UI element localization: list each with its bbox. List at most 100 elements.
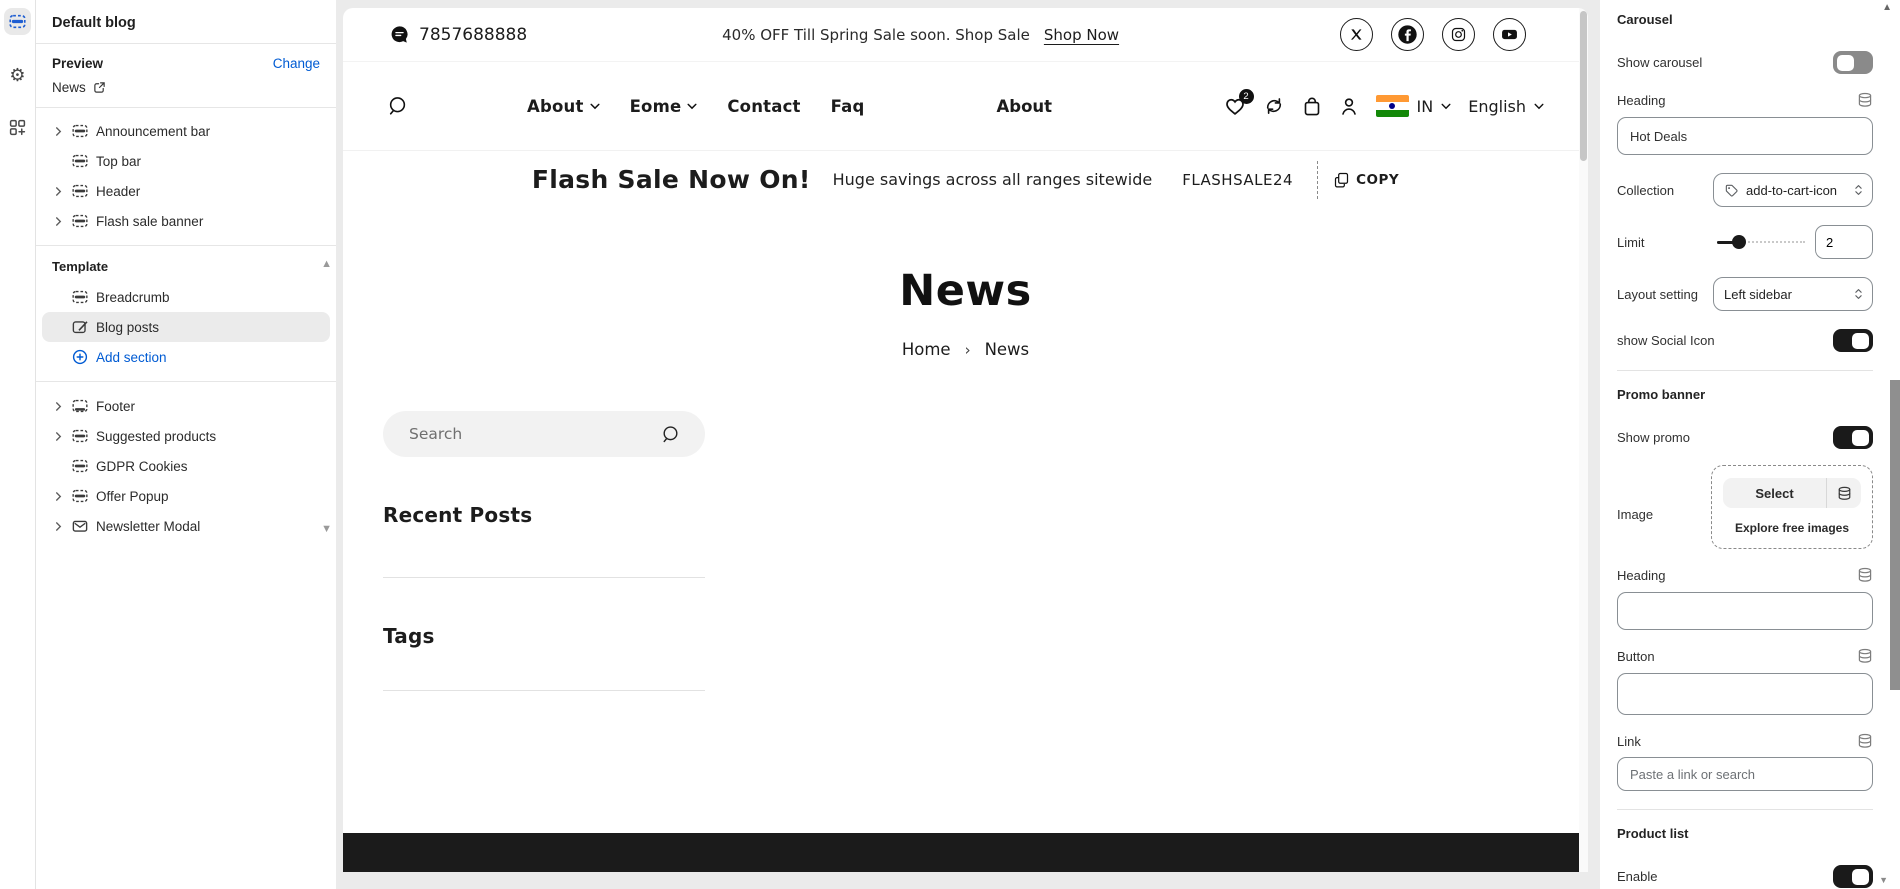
language-selector[interactable]: English xyxy=(1468,97,1544,116)
layout-setting-row: Layout setting Left sidebar xyxy=(1617,277,1873,311)
preview-page-row[interactable]: News xyxy=(52,80,320,95)
settings-gear-icon[interactable]: ⚙ xyxy=(4,61,31,88)
select-label[interactable]: Select xyxy=(1723,478,1826,508)
nav-menu: About Eome Contact Faq xyxy=(527,97,865,116)
scroll-down-hint[interactable]: ▼ xyxy=(1879,875,1888,885)
apps-icon[interactable] xyxy=(4,114,31,141)
dynamic-source-icon[interactable] xyxy=(1827,478,1861,508)
limit-input[interactable] xyxy=(1815,225,1873,259)
sidebar-item-breadcrumb[interactable]: Breadcrumb xyxy=(42,282,330,312)
slider-knob[interactable] xyxy=(1732,235,1746,249)
enable-toggle[interactable] xyxy=(1833,865,1873,888)
search-icon[interactable] xyxy=(660,424,681,445)
dynamic-source-icon[interactable] xyxy=(1857,567,1873,583)
search-icon[interactable] xyxy=(387,95,409,117)
panel-scrollbar[interactable] xyxy=(1890,0,1900,889)
carousel-heading-input[interactable] xyxy=(1617,117,1873,155)
country-code: IN xyxy=(1417,97,1434,116)
collection-select[interactable]: add-to-cart-icon xyxy=(1713,173,1873,207)
image-row: Image Select Explore free images xyxy=(1617,465,1873,549)
sidebar-item-newsletter-modal[interactable]: Newsletter Modal xyxy=(42,511,330,541)
phone-row[interactable]: 7857688888 xyxy=(390,25,527,45)
sections-icon[interactable] xyxy=(4,8,31,35)
show-carousel-toggle[interactable] xyxy=(1833,51,1873,74)
change-link[interactable]: Change xyxy=(273,56,320,71)
promo-heading-row: Heading xyxy=(1617,567,1873,583)
account-person-icon[interactable] xyxy=(1339,96,1359,117)
nav-item-about[interactable]: About xyxy=(527,97,600,116)
preview-scrollbar[interactable] xyxy=(1579,8,1588,872)
blog-search-input[interactable] xyxy=(409,425,660,443)
item-label: Offer Popup xyxy=(96,489,169,504)
page-title: News xyxy=(343,266,1588,316)
chevron-right-icon[interactable] xyxy=(52,522,65,531)
chevron-right-icon[interactable] xyxy=(52,217,65,226)
item-label: GDPR Cookies xyxy=(96,459,188,474)
promo-button-input[interactable] xyxy=(1617,673,1873,715)
layout-setting-label: Layout setting xyxy=(1617,287,1698,302)
chevron-right-icon[interactable] xyxy=(52,492,65,501)
scrollbar-thumb[interactable] xyxy=(1890,380,1900,690)
dynamic-source-icon[interactable] xyxy=(1857,733,1873,749)
external-link-icon[interactable] xyxy=(93,81,106,94)
add-section-button[interactable]: Add section xyxy=(42,342,330,372)
facebook-icon[interactable] xyxy=(1391,18,1424,51)
show-promo-toggle[interactable] xyxy=(1833,426,1873,449)
section-icon xyxy=(71,428,88,444)
nav-label: Faq xyxy=(831,97,865,116)
chat-icon xyxy=(390,25,409,44)
promo-link-input[interactable] xyxy=(1617,757,1873,791)
dynamic-source-icon[interactable] xyxy=(1857,92,1873,108)
limit-slider[interactable] xyxy=(1717,235,1805,249)
nav-item-eome[interactable]: Eome xyxy=(630,97,698,116)
add-circle-icon xyxy=(71,349,88,365)
chevron-right-icon[interactable] xyxy=(52,187,65,196)
editor-sidebar: Default blog Preview Change News ▲ Annou… xyxy=(36,0,336,889)
sidebar-item-blog-posts[interactable]: Blog posts xyxy=(42,312,330,342)
chevron-right-icon[interactable] xyxy=(52,127,65,136)
promo-heading-input[interactable] xyxy=(1617,592,1873,630)
scroll-up-hint[interactable]: ▲ xyxy=(321,258,332,270)
nav-item-contact[interactable]: Contact xyxy=(727,97,800,116)
promo-heading-label: Heading xyxy=(1617,568,1665,583)
section-icon xyxy=(71,488,88,504)
youtube-icon[interactable] xyxy=(1493,18,1526,51)
sidebar-item-announcement-bar[interactable]: Announcement bar xyxy=(42,116,330,146)
x-twitter-icon[interactable] xyxy=(1340,18,1373,51)
country-selector[interactable]: IN xyxy=(1376,95,1452,117)
sidebar-item-gdpr-cookies[interactable]: GDPR Cookies xyxy=(42,451,330,481)
sidebar-item-suggested-products[interactable]: Suggested products xyxy=(42,421,330,451)
chevron-right-icon[interactable] xyxy=(52,432,65,441)
compare-refresh-icon[interactable] xyxy=(1263,96,1285,116)
divider xyxy=(1317,161,1318,199)
blog-search[interactable] xyxy=(383,411,705,457)
scroll-down-hint[interactable]: ▼ xyxy=(321,523,332,535)
topbar-promo: 40% OFF Till Spring Sale soon. Shop Sale… xyxy=(527,26,1314,44)
dynamic-source-icon[interactable] xyxy=(1857,648,1873,664)
blog-sidebar: Recent Posts Tags xyxy=(383,411,705,691)
heading-row: Heading xyxy=(1617,92,1873,108)
explore-free-images-link[interactable]: Explore free images xyxy=(1723,521,1861,535)
instagram-icon[interactable] xyxy=(1442,18,1475,51)
item-label: Suggested products xyxy=(96,429,216,444)
sidebar-item-offer-popup[interactable]: Offer Popup xyxy=(42,481,330,511)
carousel-section-title: Carousel xyxy=(1617,10,1873,33)
cart-bag-icon[interactable] xyxy=(1302,96,1322,117)
nav-item-about-secondary[interactable]: About xyxy=(997,97,1053,116)
sidebar-item-footer[interactable]: Footer xyxy=(42,391,330,421)
copy-code-button[interactable]: COPY xyxy=(1334,172,1399,188)
image-select-button[interactable]: Select xyxy=(1723,478,1861,508)
layout-setting-select[interactable]: Left sidebar xyxy=(1713,277,1873,311)
chevron-right-icon[interactable] xyxy=(52,402,65,411)
show-social-icon-toggle[interactable] xyxy=(1833,329,1873,352)
wishlist-heart-icon[interactable]: 2 xyxy=(1224,96,1246,116)
sidebar-item-flash-sale-banner[interactable]: Flash sale banner xyxy=(42,206,330,236)
item-label: Blog posts xyxy=(96,320,159,335)
sidebar-item-header[interactable]: Header xyxy=(42,176,330,206)
section-icon xyxy=(71,183,88,199)
sidebar-item-top-bar[interactable]: Top bar xyxy=(42,146,330,176)
nav-item-faq[interactable]: Faq xyxy=(831,97,865,116)
scrollbar-thumb[interactable] xyxy=(1580,11,1587,161)
breadcrumb-home[interactable]: Home xyxy=(902,340,951,359)
shop-now-link[interactable]: Shop Now xyxy=(1044,26,1119,44)
